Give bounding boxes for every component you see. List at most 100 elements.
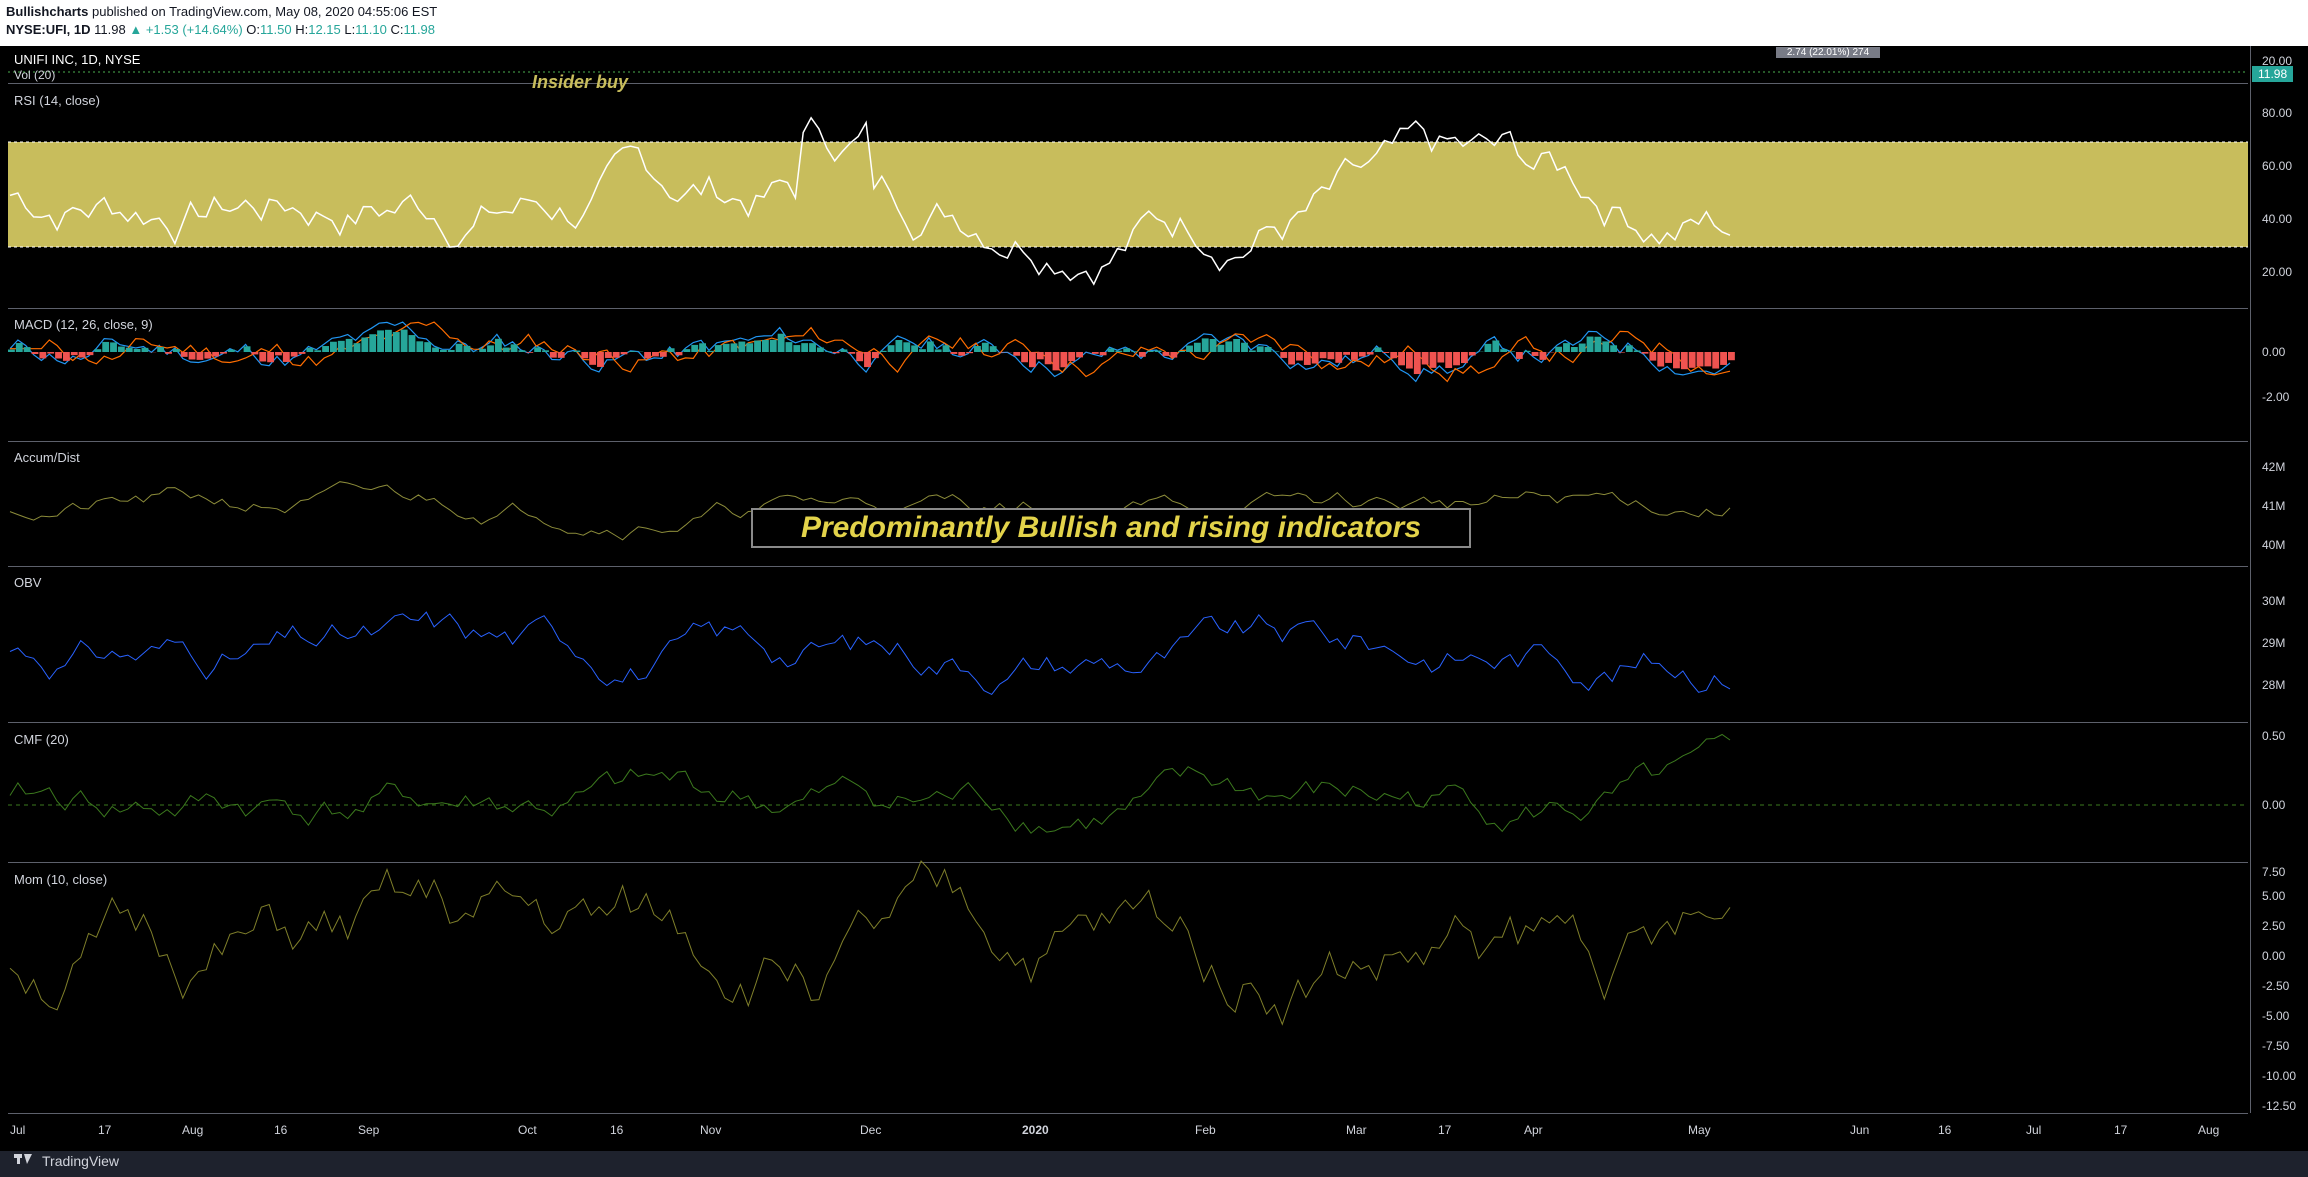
macd-histogram-bar xyxy=(974,345,981,352)
macd-histogram-bar xyxy=(612,352,620,358)
annotation-box[interactable]: Predominantly Bullish and rising indicat… xyxy=(751,508,1471,548)
macd-histogram-bar xyxy=(487,345,494,352)
mom-label: Mom (10, close) xyxy=(14,872,108,887)
macd-histogram-bar xyxy=(628,351,636,352)
macd-histogram-bar xyxy=(777,333,785,352)
macd-histogram-bar xyxy=(125,347,133,352)
ad-tick: 42M xyxy=(2262,460,2286,474)
macd-histogram-bar xyxy=(1531,352,1539,356)
macd-histogram-bar xyxy=(1382,352,1390,353)
mom-line xyxy=(9,860,1731,1026)
macd-histogram-bar xyxy=(1594,336,1602,352)
macd-histogram-bar xyxy=(589,352,597,365)
macd-histogram-bar xyxy=(196,352,204,360)
macd-histogram-bar xyxy=(1280,352,1288,358)
x-tick: Nov xyxy=(700,1123,722,1137)
macd-histogram-bar xyxy=(180,352,188,357)
mom-tick: -2.50 xyxy=(2262,979,2290,993)
macd-histogram-bar xyxy=(1256,346,1264,352)
x-tick: Mar xyxy=(1346,1123,1367,1137)
macd-histogram-bar xyxy=(8,349,15,352)
macd-histogram-bar xyxy=(463,345,471,352)
macd-histogram-bar xyxy=(832,352,840,354)
macd-histogram-bar xyxy=(1468,352,1476,356)
macd-histogram-bar xyxy=(1445,352,1453,368)
macd-histogram-bar xyxy=(1193,342,1201,352)
ad-tick: 40M xyxy=(2262,538,2286,552)
macd-histogram-bar xyxy=(1107,348,1115,352)
macd-histogram-bar xyxy=(212,352,220,357)
macd-histogram-bar xyxy=(1351,352,1358,360)
macd-histogram-bar xyxy=(518,350,526,352)
macd-histogram-bar xyxy=(1413,352,1421,375)
macd-histogram-bar xyxy=(188,352,196,360)
macd-histogram-bar xyxy=(706,350,714,352)
macd-histogram-bar xyxy=(699,343,706,352)
x-tick: Feb xyxy=(1195,1123,1216,1137)
macd-histogram-bar xyxy=(958,352,966,356)
range-label: 2.74 (22.01%) 274 xyxy=(1776,47,1880,58)
macd-histogram-bar xyxy=(1091,352,1099,354)
macd-histogram-bar xyxy=(1311,352,1319,364)
macd-histogram-bar xyxy=(675,352,683,356)
macd-histogram-bar xyxy=(1248,350,1256,352)
macd-histogram-bar xyxy=(557,352,565,358)
macd-histogram-bar xyxy=(1712,352,1720,369)
x-tick: Jul xyxy=(2026,1123,2042,1137)
macd-histogram-bar xyxy=(259,352,267,362)
macd-histogram-bar xyxy=(1099,352,1107,356)
macd-histogram-bar xyxy=(903,342,911,352)
macd-histogram-bar xyxy=(966,352,974,354)
macd-histogram-bar xyxy=(110,342,117,352)
macd-histogram-bar xyxy=(989,346,997,352)
macd-histogram-bar xyxy=(86,352,94,356)
macd-histogram-bar xyxy=(1217,344,1225,352)
macd-histogram-bar xyxy=(102,341,110,352)
macd-histogram-bar xyxy=(1500,349,1508,352)
macd-histogram-bar xyxy=(754,340,761,352)
macd-histogram-bar xyxy=(1358,352,1366,357)
x-tick: May xyxy=(1688,1123,1711,1137)
mom-tick: 5.00 xyxy=(2262,889,2286,903)
macd-histogram-bar xyxy=(1225,341,1233,352)
macd-histogram-bar xyxy=(1335,352,1343,363)
macd-histogram-bar xyxy=(549,352,557,358)
macd-histogram-bar xyxy=(94,349,102,352)
macd-histogram-bar xyxy=(243,346,251,352)
obv-tick: 28M xyxy=(2262,678,2286,692)
cmf-tick: 0.00 xyxy=(2262,798,2286,812)
cmf-label: CMF (20) xyxy=(14,732,69,747)
macd-histogram-bar xyxy=(322,346,330,352)
obv-tick: 30M xyxy=(2262,594,2286,608)
macd-histogram-bar xyxy=(1633,350,1641,352)
macd-histogram-bar xyxy=(1578,343,1586,352)
macd-histogram-bar xyxy=(1539,352,1547,360)
macd-histogram-bar xyxy=(1366,352,1374,355)
macd-histogram-bar xyxy=(644,352,652,359)
cmf-tick: 0.50 xyxy=(2262,729,2286,743)
rsi-band xyxy=(8,142,2248,247)
macd-histogram-bar xyxy=(282,352,290,362)
macd-histogram-bar xyxy=(1673,352,1680,369)
macd-histogram-bar xyxy=(667,348,675,352)
macd-histogram-bar xyxy=(47,352,55,354)
macd-histogram-bar xyxy=(70,352,78,356)
x-tick: 17 xyxy=(1438,1123,1452,1137)
macd-histogram-bar xyxy=(172,348,180,352)
macd-histogram-bar xyxy=(769,339,777,352)
macd-histogram-bar xyxy=(1146,350,1154,352)
macd-histogram-bar xyxy=(330,341,337,352)
footer-bar xyxy=(0,1151,2308,1177)
tradingview-logo[interactable]: TradingView xyxy=(14,1152,119,1169)
macd-histogram-bar xyxy=(78,352,86,358)
macd-histogram-bar xyxy=(1068,352,1076,362)
macd-histogram-bar xyxy=(447,349,455,352)
macd-histogram-bar xyxy=(864,352,871,368)
macd-histogram-bar xyxy=(1343,352,1351,355)
macd-histogram-bar xyxy=(275,352,282,356)
macd-histogram-bar xyxy=(879,350,887,352)
x-tick: Aug xyxy=(2198,1123,2220,1137)
mom-tick: 0.00 xyxy=(2262,949,2286,963)
x-tick: 16 xyxy=(1938,1123,1952,1137)
macd-histogram-bar xyxy=(204,352,212,359)
